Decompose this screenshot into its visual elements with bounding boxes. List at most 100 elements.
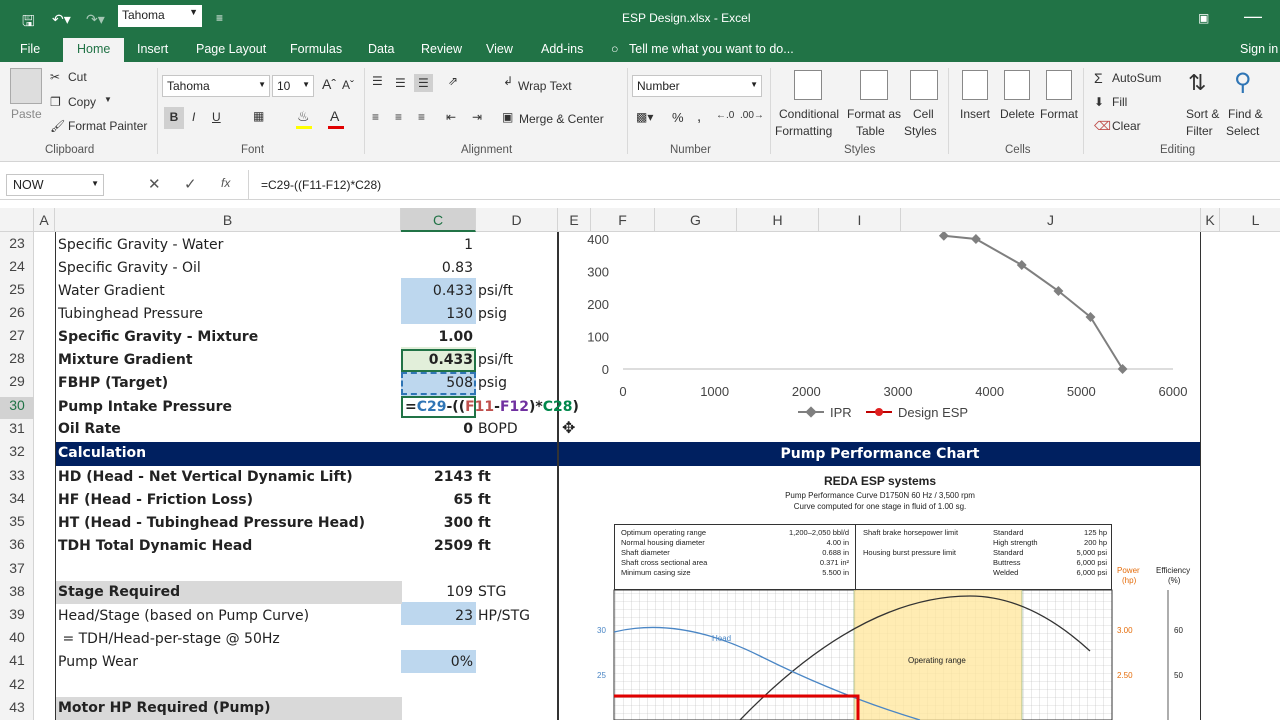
- cell-b43[interactable]: Motor HP Required (Pump): [58, 697, 270, 720]
- cell-b32[interactable]: Calculation: [58, 442, 146, 465]
- row-header[interactable]: 26: [0, 304, 34, 320]
- align-right-icon[interactable]: ≡: [418, 110, 425, 124]
- align-left-icon[interactable]: ≡: [372, 110, 379, 124]
- column-header-c[interactable]: C: [401, 208, 476, 232]
- italic-button[interactable]: I: [192, 110, 195, 124]
- row-header[interactable]: 40: [0, 629, 34, 645]
- enter-icon[interactable]: ✓: [184, 175, 197, 193]
- column-header-l[interactable]: L: [1220, 208, 1280, 232]
- cell-b40[interactable]: = TDH/Head-per-stage @ 50Hz: [58, 628, 279, 651]
- cell-b39[interactable]: Head/Stage (based on Pump Curve): [58, 605, 309, 628]
- column-header-k[interactable]: K: [1201, 208, 1220, 232]
- wrap-text-button[interactable]: Wrap Text: [518, 79, 572, 93]
- row-header[interactable]: 36: [0, 536, 34, 552]
- fill-color-icon[interactable]: ♨: [297, 108, 310, 125]
- increase-decimal-icon[interactable]: ←.0: [716, 110, 734, 121]
- insert-function-button[interactable]: fx: [221, 176, 230, 190]
- cell-b28[interactable]: Mixture Gradient: [58, 349, 193, 372]
- number-format-box[interactable]: Number ▼: [632, 75, 762, 97]
- bold-button[interactable]: B: [164, 107, 184, 129]
- cell-c41[interactable]: 0%: [401, 651, 473, 674]
- paste-icon[interactable]: [10, 68, 42, 104]
- customize-qat-icon[interactable]: ≡: [216, 11, 223, 25]
- tab-page-layout[interactable]: Page Layout: [196, 42, 266, 56]
- top-align-icon[interactable]: ☰: [372, 74, 383, 88]
- row-header[interactable]: 29: [0, 373, 34, 389]
- format-painter-button[interactable]: Format Painter: [68, 119, 147, 133]
- row-header[interactable]: 34: [0, 490, 34, 506]
- row-header[interactable]: 35: [0, 513, 34, 529]
- cell-d36[interactable]: ft: [478, 535, 491, 558]
- name-box[interactable]: NOW ▼: [6, 174, 104, 196]
- cell-b26[interactable]: Tubinghead Pressure: [58, 303, 203, 326]
- cell-edit-formula[interactable]: =C29-((F11-F12)*C28): [405, 396, 579, 419]
- cell-d28[interactable]: psi/ft: [478, 349, 513, 372]
- format-as-table-label-1[interactable]: Format as: [847, 107, 901, 121]
- redo-icon[interactable]: ↷▾: [86, 11, 105, 28]
- middle-align-icon[interactable]: ☰: [395, 76, 406, 90]
- align-center-icon[interactable]: ≡: [395, 110, 402, 124]
- borders-icon[interactable]: ▦: [253, 109, 264, 123]
- cell-c39[interactable]: 23: [401, 605, 473, 628]
- column-header-h[interactable]: H: [737, 208, 819, 232]
- cell-c23[interactable]: 1: [401, 234, 473, 257]
- cell-styles-label-2[interactable]: Styles: [904, 124, 937, 138]
- cell-d31[interactable]: BOPD: [478, 418, 518, 441]
- row-header[interactable]: 27: [0, 327, 34, 343]
- cell-styles-label-1[interactable]: Cell: [913, 107, 934, 121]
- delete-cells-button[interactable]: Delete: [1000, 107, 1035, 121]
- cell-b38[interactable]: Stage Required: [58, 581, 180, 604]
- find-select-label-1[interactable]: Find &: [1228, 107, 1263, 121]
- merge-center-button[interactable]: Merge & Center: [519, 112, 604, 126]
- tab-data[interactable]: Data: [368, 42, 394, 56]
- column-header-e[interactable]: E: [558, 208, 591, 232]
- format-as-table-label-2[interactable]: Table: [856, 124, 885, 138]
- currency-icon[interactable]: ▩▾: [636, 110, 653, 124]
- tab-review[interactable]: Review: [421, 42, 462, 56]
- cell-b24[interactable]: Specific Gravity - Oil: [58, 257, 201, 280]
- cell-c25[interactable]: 0.433: [401, 280, 473, 303]
- column-header-f[interactable]: F: [591, 208, 655, 232]
- cell-c38[interactable]: 109: [401, 581, 473, 604]
- minimize-icon[interactable]: —: [1244, 6, 1262, 27]
- cell-c27[interactable]: 1.00: [401, 326, 473, 349]
- tab-view[interactable]: View: [486, 42, 513, 56]
- font-size-box[interactable]: 10 ▼: [272, 75, 314, 97]
- cell-b27[interactable]: Specific Gravity - Mixture: [58, 326, 258, 349]
- ribbon-display-icon[interactable]: ▣: [1198, 11, 1209, 25]
- column-header-b[interactable]: B: [55, 208, 401, 232]
- underline-button[interactable]: U: [212, 110, 221, 124]
- sign-in-link[interactable]: Sign in: [1240, 42, 1278, 56]
- find-select-label-2[interactable]: Select: [1226, 124, 1259, 138]
- formula-input[interactable]: =C29-((F11-F12)*C28): [248, 170, 1280, 200]
- insert-cells-button[interactable]: Insert: [960, 107, 990, 121]
- cell-c35[interactable]: 300: [401, 512, 473, 535]
- row-header[interactable]: 32: [0, 443, 34, 459]
- comma-button[interactable]: ,: [697, 108, 701, 125]
- column-header-j[interactable]: J: [901, 208, 1201, 232]
- row-header[interactable]: 33: [0, 467, 34, 483]
- clear-button[interactable]: Clear: [1112, 119, 1141, 133]
- cut-button[interactable]: Cut: [68, 70, 87, 84]
- row-header-active[interactable]: 30: [0, 397, 34, 419]
- row-header[interactable]: 28: [0, 350, 34, 366]
- shrink-font-icon[interactable]: Aˇ: [342, 78, 354, 92]
- decrease-decimal-icon[interactable]: .00→: [740, 110, 764, 121]
- row-header[interactable]: 23: [0, 235, 34, 251]
- column-header-g[interactable]: G: [655, 208, 737, 232]
- tab-insert[interactable]: Insert: [137, 42, 168, 56]
- cell-c33[interactable]: 2143: [401, 466, 473, 489]
- cell-c31[interactable]: 0: [401, 418, 473, 441]
- cell-d26[interactable]: psig: [478, 303, 507, 326]
- cell-d25[interactable]: psi/ft: [478, 280, 513, 303]
- tell-me-search[interactable]: Tell me what you want to do...: [629, 42, 794, 56]
- tab-formulas[interactable]: Formulas: [290, 42, 342, 56]
- cell-b30[interactable]: Pump Intake Pressure: [58, 396, 232, 419]
- cell-b25[interactable]: Water Gradient: [58, 280, 165, 303]
- tab-add-ins[interactable]: Add-ins: [541, 42, 583, 56]
- select-all-corner[interactable]: [0, 208, 34, 232]
- cell-b41[interactable]: Pump Wear: [58, 651, 138, 674]
- row-header[interactable]: 42: [0, 676, 34, 692]
- column-header-d[interactable]: D: [476, 208, 558, 232]
- qat-font-box[interactable]: Tahoma ▼: [118, 5, 202, 27]
